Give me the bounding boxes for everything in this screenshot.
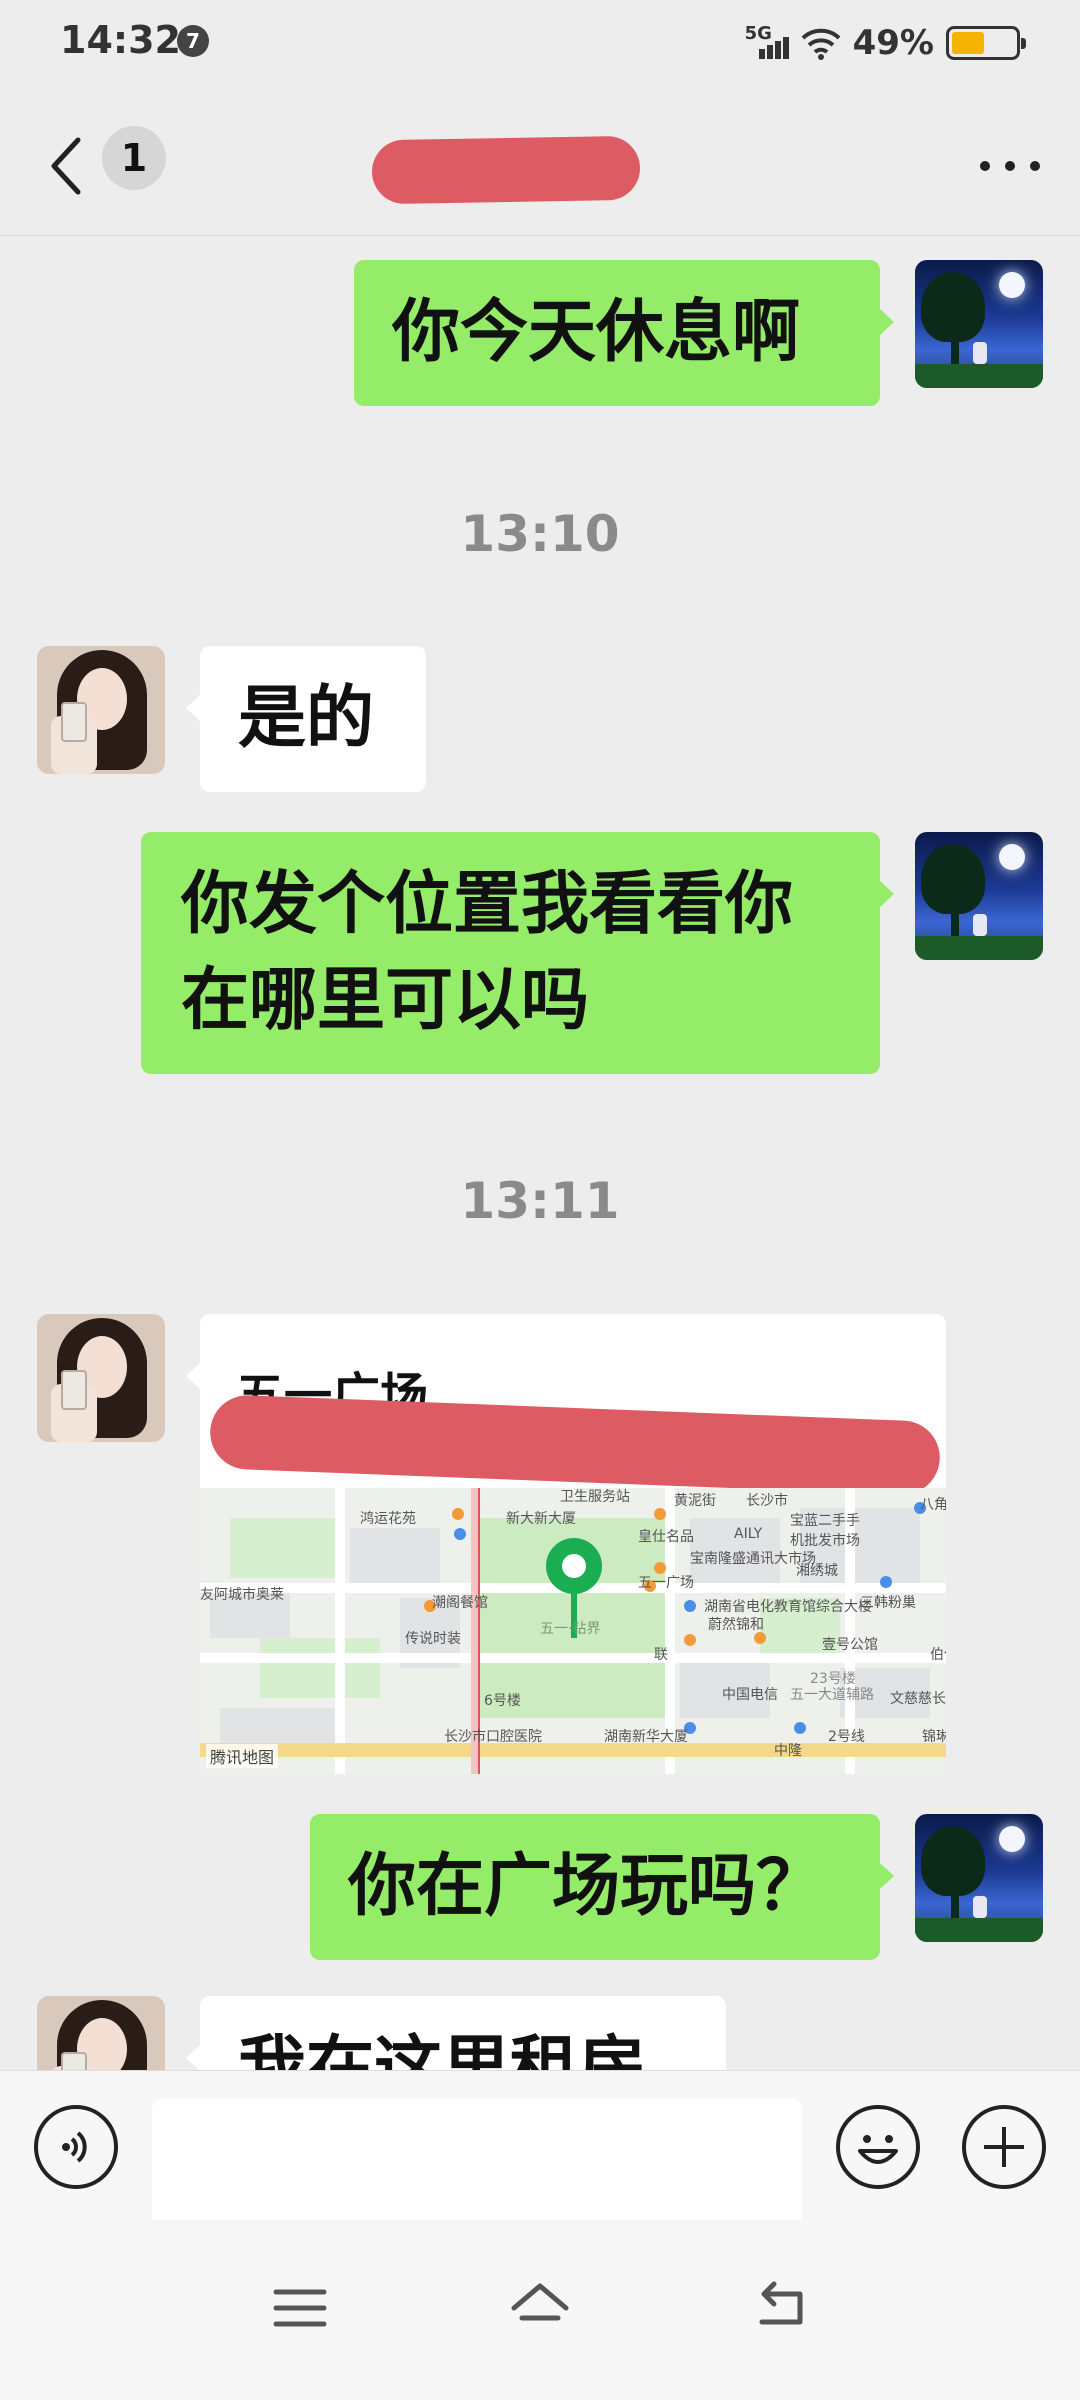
map-poi-label: 湖南省电化教育馆综合大楼 — [704, 1599, 872, 1615]
outgoing-message[interactable]: 你在广场玩吗？ — [310, 1814, 894, 1960]
network-type: 5G — [744, 23, 772, 44]
map-poi-label: 皇仕名品 — [638, 1529, 694, 1545]
map-poi-label: 锦琳大厦 — [922, 1729, 946, 1745]
voice-input-button[interactable] — [34, 2105, 118, 2189]
chat-header: 1 — [0, 86, 1080, 236]
system-navigation-bar — [0, 2220, 1080, 2400]
map-poi-label: 宝蓝二手手机批发市场 — [790, 1513, 860, 1549]
contact-avatar[interactable] — [37, 646, 165, 774]
back-nav-icon[interactable] — [752, 2280, 812, 2332]
dot-icon — [980, 161, 990, 171]
map-poi-label: 长沙市 — [746, 1493, 788, 1509]
status-time: 14:32 — [60, 18, 181, 62]
contact-avatar[interactable] — [37, 1996, 165, 2070]
outgoing-message[interactable]: 你今天休息啊 — [354, 260, 894, 406]
map-poi-label: 八角 — [920, 1497, 946, 1513]
more-functions-button[interactable] — [962, 2105, 1046, 2189]
map-credit: 腾讯地图 — [206, 1744, 279, 1768]
my-avatar[interactable] — [915, 832, 1043, 960]
back-button[interactable] — [40, 126, 100, 206]
map-poi-label: 伯仕濒庭(大成国际) — [930, 1647, 946, 1663]
map-poi-label: 2号线 — [828, 1729, 865, 1745]
timestamp: 13:10 — [460, 505, 620, 563]
menu-icon[interactable] — [272, 2286, 328, 2330]
map-poi-label: 五一·钻界 — [540, 1621, 601, 1637]
location-address-redacted — [208, 1394, 942, 1496]
wifi-icon — [801, 28, 840, 60]
message-text: 我在这里租房 — [238, 2029, 647, 2070]
map-poi-label: 五一广场 — [638, 1575, 694, 1591]
notification-count-icon: 7 — [177, 25, 209, 57]
map-poi-label: 联 — [654, 1647, 668, 1663]
message-list-clip: 我在这里租房 — [0, 1980, 1080, 2070]
location-map-preview[interactable]: 鸿运花苑 卫生服务站 黄泥街 长沙市 宝蓝二手手机批发市场 八角 新大新大厦 皇… — [200, 1488, 946, 1774]
message-text-line: 在哪里可以吗 — [181, 961, 590, 1040]
status-icons: 5G 49% — [745, 18, 1026, 68]
dot-icon — [1030, 161, 1040, 171]
map-poi-label: 壹号公馆 — [822, 1637, 878, 1653]
home-icon[interactable] — [508, 2278, 572, 2334]
more-options-button[interactable] — [980, 146, 1040, 186]
unread-count-badge[interactable]: 1 — [102, 126, 166, 190]
contact-avatar[interactable] — [37, 1314, 165, 1442]
battery-icon — [946, 26, 1026, 60]
my-avatar[interactable] — [915, 260, 1043, 388]
map-poi-label: 黄泥街 — [674, 1493, 716, 1509]
message-text: 你在广场玩吗？ — [348, 1847, 825, 1926]
cellular-signal-icon: 5G — [745, 23, 789, 63]
map-poi-label: 潮阁餐馆 — [432, 1595, 488, 1611]
input-bar — [0, 2070, 1080, 2249]
map-poi-label: 中隆 — [774, 1743, 802, 1759]
map-poi-label: 五一大道辅路 — [790, 1687, 874, 1703]
map-poi-label: 鸿运花苑 — [360, 1511, 416, 1527]
incoming-message[interactable]: 我在这里租房 — [186, 1996, 726, 2070]
message-text-line: 你发个位置我看看你 — [181, 865, 794, 944]
map-poi-label: 湘绣城 — [796, 1563, 838, 1579]
map-poi-label: AILY — [734, 1526, 763, 1542]
plus-icon — [984, 2127, 1024, 2167]
voice-icon — [62, 2131, 87, 2163]
my-avatar[interactable] — [915, 1814, 1043, 1942]
location-card-tail — [186, 1362, 201, 1390]
map-poi-label: 6号楼 — [484, 1693, 521, 1709]
message-text: 你今天休息啊 — [392, 293, 801, 372]
emoji-button[interactable] — [836, 2105, 920, 2189]
map-poi-label: 长沙市口腔医院 — [444, 1729, 542, 1745]
map-poi-label: 文慈慈长沙 — [890, 1691, 946, 1707]
map-poi-label: 传说时装 — [405, 1631, 461, 1647]
map-poi-label: 新大新大厦 — [506, 1511, 576, 1527]
map-poi-label: 卫生服务站 — [560, 1489, 630, 1505]
message-text: 是的 — [238, 679, 375, 758]
dot-icon — [1005, 161, 1015, 171]
outgoing-message[interactable]: 你发个位置我看看你 在哪里可以吗 — [141, 832, 894, 1074]
map-poi-label: 友阿城市奥莱 — [200, 1587, 284, 1603]
smiley-icon — [858, 2135, 898, 2164]
timestamp: 13:11 — [460, 1172, 620, 1230]
location-message-card[interactable]: 五一广场 鸿运花苑 卫生服务站 黄泥街 长沙市 宝蓝二手手机批发市场 八角 新大… — [200, 1314, 946, 1774]
chat-title-redacted — [371, 135, 641, 205]
map-poi-label: 湖南新华大厦 — [604, 1729, 688, 1745]
map-poi-label: 蔚然锦和 — [708, 1617, 764, 1633]
battery-percent: 49% — [852, 23, 934, 63]
incoming-message[interactable]: 是的 — [186, 646, 426, 792]
status-bar: 14:32 7 5G 49% — [0, 0, 1080, 86]
